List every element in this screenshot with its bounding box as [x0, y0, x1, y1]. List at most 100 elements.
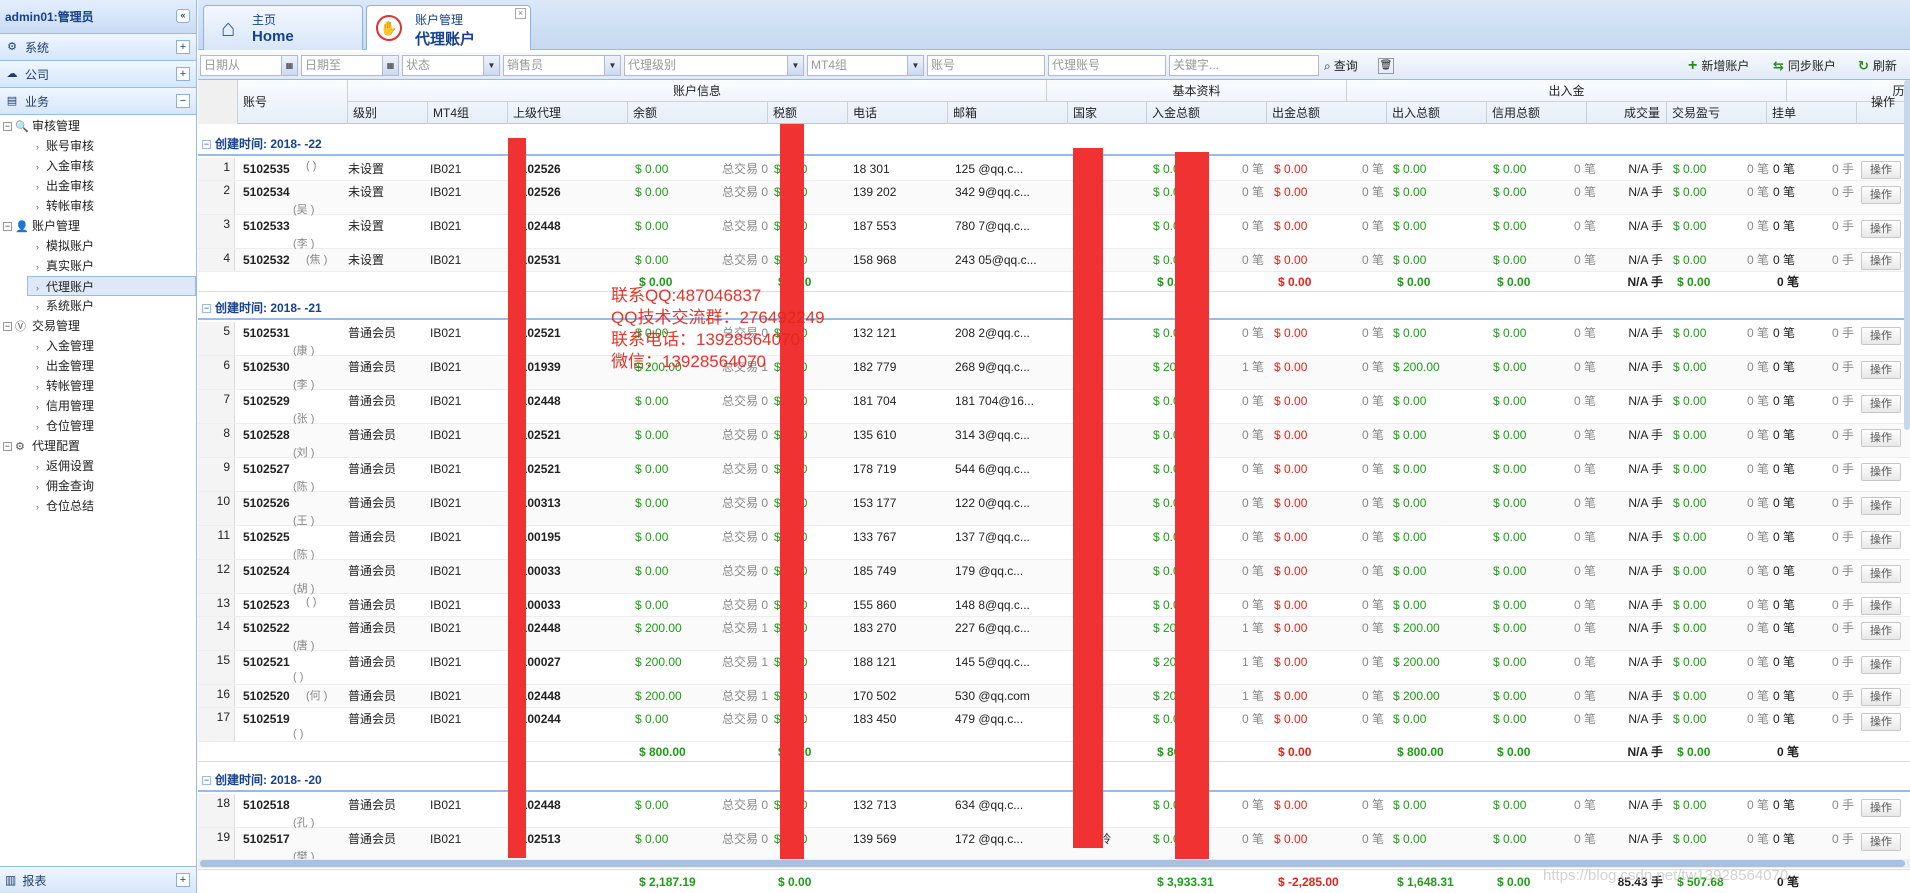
collapse-group-icon[interactable]: −	[202, 776, 211, 786]
collapse-group-icon[interactable]: −	[202, 304, 211, 314]
op-button[interactable]: 操作	[1861, 327, 1901, 345]
email-header[interactable]: 邮箱	[948, 102, 1068, 124]
group-header[interactable]: − 创建时间: 2018- -21	[198, 296, 1910, 320]
table-row[interactable]: 4 5102532 (焦 ) 未设置 IB021 5102531 $ 0.00 总交易 0 $ …	[198, 249, 1910, 272]
op-button[interactable]: 操作	[1861, 429, 1901, 447]
group-header[interactable]: − 创建时间: 2018- -22	[198, 132, 1910, 156]
table-row[interactable]: 10 5102526 (王 ) 普通会员 IB021 5100313 $ 0.00 总交易 0…	[198, 492, 1910, 527]
section-reports[interactable]: ▥ 报表 +	[0, 866, 196, 893]
pl-header[interactable]: 交易盈亏	[1667, 102, 1767, 124]
tree-item[interactable]: › 仓位总结	[0, 496, 196, 516]
calendar-icon[interactable]: ▦	[382, 56, 398, 75]
deposit-header[interactable]: 入金总额	[1147, 102, 1267, 124]
collapse-node-icon[interactable]: −	[3, 222, 12, 232]
tree-item[interactable]: › 真实账户	[0, 256, 196, 276]
account-number[interactable]: 5102531	[243, 324, 343, 342]
status-select[interactable]: 状态 ▼	[402, 55, 500, 76]
tab-home[interactable]: ⌂ 主页 Home	[203, 5, 363, 50]
tree-item[interactable]: › 模拟账户	[0, 236, 196, 256]
op-button[interactable]: 操作	[1861, 252, 1901, 270]
table-row[interactable]: 17 5102519( ) 普通会员 IB021 5100244 $ 0.00 总交易 0 $…	[198, 708, 1910, 742]
op-button[interactable]: 操作	[1861, 713, 1901, 731]
account-number[interactable]: 5102533	[243, 217, 343, 235]
sales-select[interactable]: 销售员 ▼	[503, 55, 621, 76]
account-number[interactable]: 5102529	[243, 392, 343, 410]
table-row[interactable]: 12 5102524 (胡 ) 普通会员 IB021 5100033 $ 0.00 总交易 0…	[198, 560, 1910, 595]
account-number[interactable]: 5102526	[243, 494, 343, 512]
tree-item[interactable]: › 出金审核	[0, 176, 196, 196]
op-button[interactable]: 操作	[1861, 656, 1901, 674]
mt4-header[interactable]: MT4组	[428, 102, 508, 124]
collapse-node-icon[interactable]: −	[3, 442, 12, 452]
collapse-sidebar-icon[interactable]: «	[176, 9, 190, 23]
agent-account-input[interactable]: 代理账号	[1048, 55, 1166, 76]
phone-header[interactable]: 电话	[848, 102, 948, 124]
parent-header[interactable]: 上级代理	[508, 102, 628, 124]
table-row[interactable]: 3 5102533 (李 ) 未设置 IB021 5102448 $ 0.00 总交易 0 $ …	[198, 215, 1910, 250]
table-row[interactable]: 15102535( )未设置IB0215102526$ 0.00总交易 0$ 0…	[198, 158, 1910, 181]
op-button[interactable]: 操作	[1861, 531, 1901, 549]
table-row[interactable]: 15 5102521( ) 普通会员 IB021 5100027 $ 200.00 总交易 …	[198, 651, 1910, 685]
date-from-field[interactable]: 日期从 ▦	[200, 55, 298, 76]
net-header[interactable]: 出入总额	[1387, 102, 1487, 124]
table-row[interactable]: 18 5102518 (孔 ) 普通会员 IB021 5102448 $ 0.00 总交易 0…	[198, 794, 1910, 829]
table-row[interactable]: 6 5102530 (李 ) 普通会员 IB021 5101939 $ 200.00 总交易 …	[198, 356, 1910, 391]
tree-item[interactable]: › 系统账户	[0, 296, 196, 316]
account-number[interactable]: 5102534	[243, 183, 343, 201]
refresh-button[interactable]: ↻ 刷新	[1858, 56, 1897, 76]
collapse-group-icon[interactable]: −	[202, 140, 211, 150]
tree-item[interactable]: › 出金管理	[0, 356, 196, 376]
chevron-down-icon[interactable]: ▼	[907, 56, 923, 75]
tree-item[interactable]: › 返佣设置	[0, 456, 196, 476]
account-number[interactable]: 5102535	[243, 160, 343, 178]
op-button[interactable]: 操作	[1861, 597, 1901, 615]
op-button[interactable]: 操作	[1861, 688, 1901, 706]
sync-account-button[interactable]: ⇆ 同步账户	[1773, 56, 1836, 76]
account-number[interactable]: 5102523	[243, 596, 343, 614]
chevron-down-icon[interactable]: ▼	[787, 56, 803, 75]
tree-item[interactable]: › 账号审核	[0, 136, 196, 156]
table-row[interactable]: 5 5102531 (康 ) 普通会员 IB021 5102521 $ 0.00 总交易 0 $…	[198, 322, 1910, 357]
account-number[interactable]: 5102522	[243, 619, 343, 637]
volume-header[interactable]: 成交量	[1587, 102, 1667, 124]
country-header[interactable]: 国家	[1068, 102, 1147, 124]
op-button[interactable]: 操作	[1861, 395, 1901, 413]
level-header[interactable]: 级别	[348, 102, 428, 124]
collapse-node-icon[interactable]: −	[3, 122, 12, 132]
table-row[interactable]: 16 5102520 (何 ) 普通会员 IB021 5102448 $ 200.00 总交易…	[198, 685, 1910, 708]
account-number[interactable]: 5102519	[243, 710, 343, 728]
table-row[interactable]: 19 5102517 (樊 ) 普通会员 IB021 5102513 $ 0.00 总交易 0…	[198, 828, 1910, 863]
collapse-node-icon[interactable]: −	[3, 322, 12, 332]
chevron-down-icon[interactable]: ▼	[604, 56, 620, 75]
close-tab-icon[interactable]: ×	[515, 8, 526, 19]
expand-icon[interactable]: +	[176, 67, 190, 81]
scrollbar-thumb[interactable]	[200, 860, 1905, 867]
tab-agent-accounts[interactable]: ✋ 账户管理 代理账户 ×	[366, 5, 531, 50]
table-row[interactable]: 14 5102522 (唐 ) 普通会员 IB021 5102448 $ 200.00 总交易…	[198, 617, 1910, 652]
account-number[interactable]: 5102521	[243, 653, 343, 671]
balance-header[interactable]: 余额	[628, 102, 768, 124]
tree-item[interactable]: › 转帐审核	[0, 196, 196, 216]
tree-item[interactable]: › 转帐管理	[0, 376, 196, 396]
tree-parent[interactable]: − ⚙ 代理配置	[0, 436, 196, 456]
op-button[interactable]: 操作	[1861, 161, 1901, 179]
credit-header[interactable]: 信用总额	[1487, 102, 1587, 124]
agent-level-select[interactable]: 代理级别 ▼	[624, 55, 804, 76]
tree-item[interactable]: › 代理账户	[27, 276, 196, 296]
account-input[interactable]: 账号	[927, 55, 1045, 76]
account-number[interactable]: 5102528	[243, 426, 343, 444]
pending-header[interactable]: 挂单	[1767, 102, 1857, 124]
section-company[interactable]: ☁ 公司 +	[0, 61, 196, 88]
account-number[interactable]: 5102530	[243, 358, 343, 376]
tree-item[interactable]: › 入金审核	[0, 156, 196, 176]
collapse-icon[interactable]: −	[176, 94, 190, 108]
expand-icon[interactable]: +	[176, 873, 190, 887]
table-row[interactable]: 8 5102528 (刘 ) 普通会员 IB021 5102521 $ 0.00 总交易 0 $…	[198, 424, 1910, 459]
expand-icon[interactable]: +	[176, 40, 190, 54]
account-number[interactable]: 5102518	[243, 796, 343, 814]
account-number[interactable]: 5102525	[243, 528, 343, 546]
tree-parent[interactable]: − Ⓥ 交易管理	[0, 316, 196, 336]
table-row[interactable]: 7 5102529 (张 ) 普通会员 IB021 5102448 $ 0.00 总交易 0 $…	[198, 390, 1910, 425]
withdraw-header[interactable]: 出金总额	[1267, 102, 1387, 124]
tax-header[interactable]: 税额	[768, 102, 848, 124]
